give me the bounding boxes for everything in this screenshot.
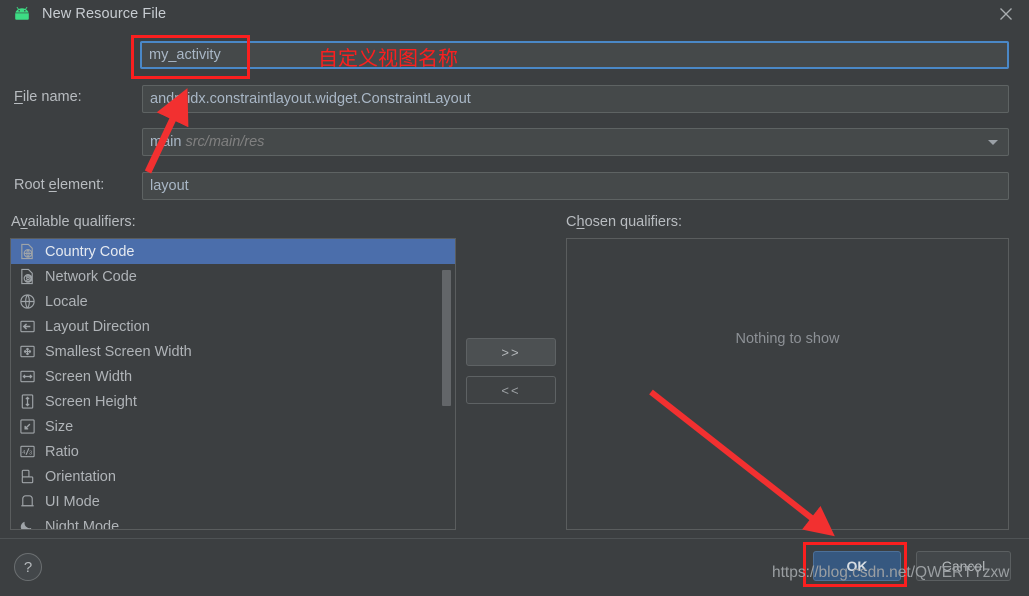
svg-text:3: 3 <box>29 451 32 457</box>
file-name-label: File name: <box>14 89 82 105</box>
svg-text:4: 4 <box>22 450 25 456</box>
source-set-path: src/main/res <box>185 134 265 150</box>
qualifier-list-item[interactable]: Night Mode <box>11 514 455 530</box>
orientation-icon <box>17 468 37 486</box>
qualifier-label: Smallest Screen Width <box>45 343 192 360</box>
source-set-value: main <box>150 134 182 150</box>
qualifier-list-item[interactable]: Network Code <box>11 264 455 289</box>
smallest-screen-width-icon <box>17 343 37 361</box>
night-mode-icon <box>17 518 37 529</box>
new-resource-file-dialog: New Resource File File name: my_activity… <box>0 0 1029 596</box>
qualifier-label: Locale <box>45 293 88 310</box>
android-icon <box>0 6 32 22</box>
ok-button[interactable]: OK <box>813 551 901 581</box>
qualifier-label: Orientation <box>45 468 116 485</box>
empty-state-text: Nothing to show <box>735 331 840 347</box>
qualifier-list-item[interactable]: Size <box>11 414 455 439</box>
available-qualifiers-list[interactable]: Country Code Network Code Locale Layout Dir… <box>10 238 456 530</box>
qualifier-label: Layout Direction <box>45 318 150 335</box>
screen-width-icon <box>17 368 37 386</box>
locale-globe-icon <box>17 293 37 311</box>
footer-divider <box>0 538 1029 539</box>
network-code-icon <box>17 268 37 286</box>
chosen-qualifiers-caption: Chosen qualifiers: <box>566 214 683 230</box>
size-icon <box>17 418 37 436</box>
qualifier-label: Ratio <box>45 443 79 460</box>
layout-direction-icon <box>17 318 37 336</box>
qualifier-list-item[interactable]: Country Code <box>11 239 455 264</box>
ui-mode-icon <box>17 493 37 511</box>
available-qualifiers-caption: Available qualifiers: <box>11 214 136 230</box>
qualifier-label: UI Mode <box>45 493 100 510</box>
qualifier-label: Screen Width <box>45 368 133 385</box>
scrollbar-thumb[interactable] <box>442 270 451 406</box>
help-button[interactable]: ? <box>14 553 42 581</box>
root-element-input[interactable]: androidx.constraintlayout.widget.Constra… <box>142 85 1009 113</box>
qualifier-label: Country Code <box>45 243 135 260</box>
chosen-qualifiers-list[interactable]: Nothing to show <box>566 238 1009 530</box>
close-icon[interactable] <box>983 0 1029 28</box>
chevron-down-icon[interactable] <box>988 140 998 145</box>
qualifier-list-item[interactable]: Smallest Screen Width <box>11 339 455 364</box>
add-qualifier-button[interactable]: >> <box>466 338 556 366</box>
ratio-icon: 43 <box>17 443 37 461</box>
source-set-combobox[interactable]: main src/main/res <box>142 128 1009 156</box>
root-element-label: Root element: <box>14 177 105 193</box>
directory-name-input[interactable]: layout <box>142 172 1009 200</box>
qualifier-label: Night Mode <box>45 518 120 530</box>
qualifier-label: Screen Height <box>45 393 137 410</box>
qualifier-list-item[interactable]: 4 3 Ratio <box>11 439 455 464</box>
qualifier-label: Network Code <box>45 268 137 285</box>
cancel-button[interactable]: Cancel <box>916 551 1011 581</box>
qualifier-label: Size <box>45 418 74 435</box>
screen-height-icon <box>17 393 37 411</box>
qualifier-list-item[interactable]: Orientation <box>11 464 455 489</box>
remove-qualifier-button[interactable]: << <box>466 376 556 404</box>
qualifier-list-item[interactable]: Screen Height <box>11 389 455 414</box>
qualifier-list-item[interactable]: Layout Direction <box>11 314 455 339</box>
qualifier-list-item[interactable]: Screen Width <box>11 364 455 389</box>
title-bar: New Resource File <box>0 0 1029 28</box>
file-name-input[interactable]: my_activity <box>140 41 1009 69</box>
window-title: New Resource File <box>42 6 167 22</box>
qualifier-list-item[interactable]: Locale <box>11 289 455 314</box>
qualifier-list-item[interactable]: UI Mode <box>11 489 455 514</box>
list-scrollbar[interactable] <box>442 240 451 529</box>
country-code-icon <box>17 243 37 261</box>
